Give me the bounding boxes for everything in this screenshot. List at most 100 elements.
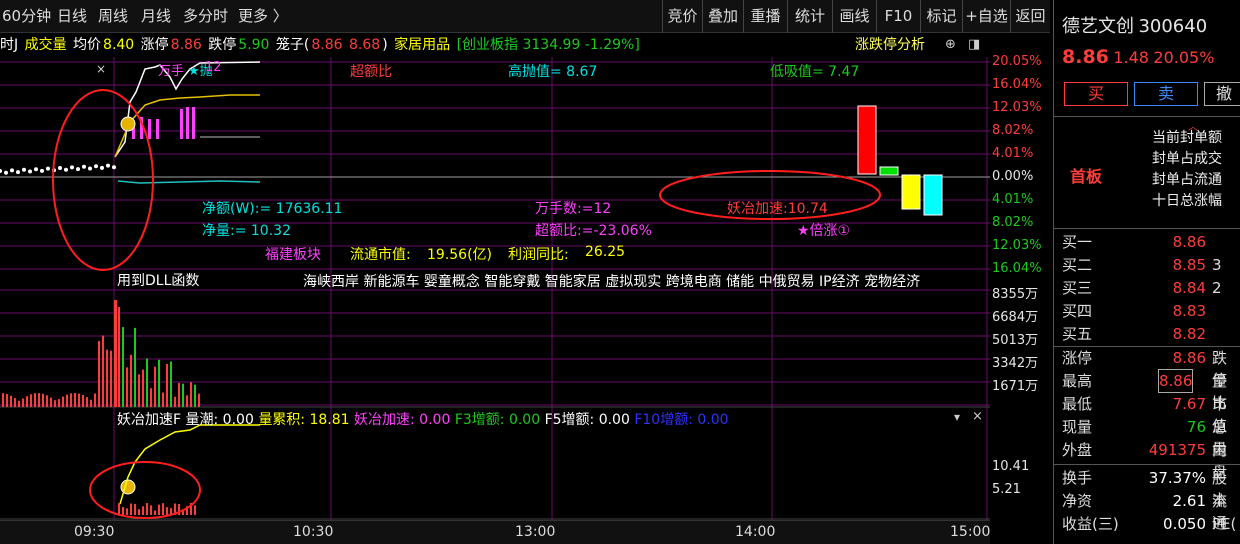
row-value: 8.85	[1134, 254, 1206, 276]
price-pct: 20.05%	[1153, 48, 1214, 67]
period-month[interactable]: 月线	[141, 4, 171, 29]
seal-info: 当前封单额 封单占成交 封单占流通 十日总涨幅	[1152, 128, 1222, 212]
close-icon[interactable]: ×	[972, 409, 983, 424]
current-price: 8.86	[1062, 46, 1109, 68]
cage-label: 笼子(	[276, 37, 309, 53]
seal-vs-turnover: 封单占成交	[1152, 149, 1222, 170]
row-value: 8.82	[1134, 323, 1206, 345]
window-icon[interactable]: ◨	[968, 33, 980, 57]
net-volume: 净量:= 10.32	[202, 220, 291, 240]
add-favorite-button[interactable]: +自选	[962, 0, 1010, 33]
row-value: 491375	[1134, 439, 1206, 461]
draw-button[interactable]: 画线	[832, 0, 876, 33]
indicator-f5: F5增额: 0.00	[545, 412, 630, 428]
row-label: 最低	[1062, 393, 1092, 415]
mark-button[interactable]: 标记	[920, 0, 962, 33]
replay-button[interactable]: 重播	[743, 0, 787, 33]
row-label: 买五	[1062, 323, 1092, 345]
pct-tick: 0.00%	[992, 170, 1033, 184]
stock-name: 德艺文创	[1062, 16, 1134, 37]
volume-label: 成交量	[25, 37, 67, 53]
time-label: 14:00	[735, 524, 775, 540]
pct-tick: 4.01%	[992, 147, 1033, 161]
pct-tick: 12.03%	[992, 101, 1042, 115]
limit-up-value: 8.86	[171, 37, 202, 53]
ind-axis-tick: 5.21	[992, 482, 1021, 497]
time-label: 09:30	[74, 524, 114, 540]
profit-value: 26.25	[585, 244, 625, 260]
highlight-ellipse-price	[53, 90, 153, 270]
period-toolbar: 60分钟 日线 周线 月线 多分时 更多 〉 竞价 叠加 重播 统计 画线 F1…	[0, 0, 1050, 33]
net-amount: 净额(W):= 17636.11	[202, 198, 342, 218]
period-week[interactable]: 周线	[98, 4, 128, 29]
row-label: 换手	[1062, 467, 1092, 489]
accel-value: 妖冶加速:10.74	[727, 198, 828, 218]
back-button[interactable]: 返回	[1010, 0, 1050, 33]
period-multi[interactable]: 多分时	[183, 4, 228, 29]
time-label: 13:00	[515, 524, 555, 540]
close-icon[interactable]: ×	[96, 62, 106, 76]
row-value: 37.37%	[1134, 467, 1206, 489]
quote-info-bar: 时J 成交量 均价 8.40 涨停 8.86 跌停 5.90 笼子(8.86 8.68…	[0, 33, 990, 57]
row-label: 买三	[1062, 277, 1092, 299]
indicator-name[interactable]: 妖冶加速F	[117, 412, 181, 428]
pct-tick: 16.04%	[992, 262, 1042, 276]
row-volume: 3	[1212, 254, 1222, 276]
avg-value: 8.40	[103, 37, 134, 53]
row-label: 收益(三)	[1062, 513, 1119, 535]
excess-ratio-value: 超额比:=-23.06%	[535, 220, 652, 240]
volume-tick: 1671万	[992, 375, 1038, 394]
buy-button[interactable]: 买	[1064, 82, 1128, 106]
period-60min[interactable]: 60分钟	[2, 4, 51, 29]
dropdown-icon[interactable]: ▾	[954, 410, 960, 424]
limit-down-value: 5.90	[238, 37, 269, 53]
row-right-label: 量比	[1212, 370, 1240, 392]
avg-label: 均价	[73, 37, 101, 53]
stats-button[interactable]: 统计	[787, 0, 832, 33]
row-value: 8.86	[1134, 347, 1206, 369]
row-value: 8.86	[1159, 370, 1192, 392]
row-label: 买一	[1062, 231, 1092, 253]
divider	[1054, 228, 1240, 229]
sell-button[interactable]: 卖	[1134, 82, 1198, 106]
cage-low: 8.86	[311, 37, 342, 53]
price-line: 8.86 1.48 20.05%	[1062, 46, 1214, 68]
time-label: 15:00	[950, 524, 990, 540]
f10-button[interactable]: F10	[876, 0, 920, 33]
float-cap-label: 流通市值:	[350, 244, 411, 264]
volume-tick: 8355万	[992, 283, 1038, 302]
volume-tick: 5013万	[992, 329, 1038, 348]
board-label: 首板	[1070, 163, 1102, 187]
float-cap-value: 19.56(亿)	[427, 244, 492, 264]
volume-tick: 6684万	[992, 306, 1038, 325]
quote-side-panel: 德艺文创 300640 8.86 1.48 20.05% 买 卖 撤 ︿ 首板 …	[1053, 0, 1240, 544]
row-right-label: 流通	[1212, 490, 1240, 512]
stock-code: 300640	[1138, 16, 1207, 37]
pct-tick: 12.03%	[992, 239, 1042, 253]
period-more[interactable]: 更多 〉	[238, 4, 288, 29]
divider	[1054, 116, 1240, 117]
row-right-label: 总量	[1212, 416, 1240, 438]
seal-amount: 当前封单额	[1152, 128, 1222, 149]
cage-close: )	[382, 37, 387, 53]
industry-label: 家居用品	[394, 37, 450, 53]
overlay-button[interactable]: 叠加	[702, 0, 743, 33]
pct-tick: 8.02%	[992, 216, 1033, 230]
low-buy-value: 低吸值= 7.47	[770, 61, 859, 81]
row-value: 2.61	[1134, 490, 1206, 512]
concept-tags: 海峡西岸 新能源车 婴童概念 智能穿戴 智能家居 虚拟现实 跨境电商 储能 中俄…	[303, 271, 920, 291]
auction-button[interactable]: 竞价	[662, 0, 702, 33]
profit-label: 利润同比:	[508, 244, 569, 264]
period-day[interactable]: 日线	[57, 4, 87, 29]
cancel-order-button[interactable]: 撤	[1204, 82, 1240, 106]
num12-label: 12	[205, 60, 222, 75]
ten-day-rise: 十日总涨幅	[1152, 191, 1222, 212]
expand-icon[interactable]: ⊕	[945, 33, 956, 57]
wanshou-label: 万手	[158, 60, 184, 79]
indicator-cum: 量累积: 18.81	[258, 412, 349, 428]
limit-analysis-link[interactable]: 涨跌停分析	[855, 33, 925, 57]
indicator-acc: 妖冶加速: 0.00	[354, 412, 450, 428]
seal-vs-float: 封单占流通	[1152, 170, 1222, 191]
ind-axis-tick: 10.41	[992, 459, 1029, 474]
double-rise-label: ★倍涨①	[797, 220, 850, 240]
